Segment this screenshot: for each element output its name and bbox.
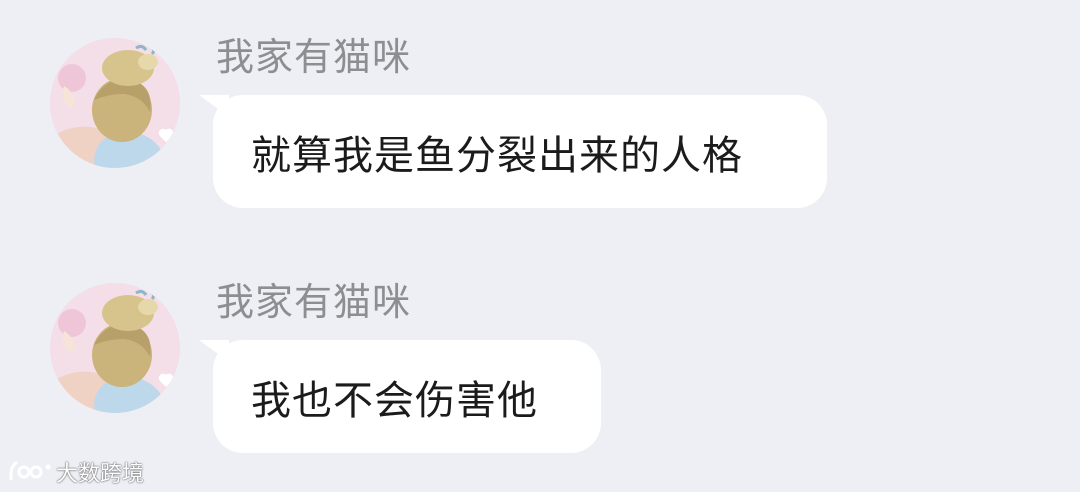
sender-name: 我家有猫咪 xyxy=(216,35,412,79)
watermark-text: 大数跨境 xyxy=(56,462,145,487)
avatar-illustration-icon xyxy=(50,283,180,413)
brand-logo-icon xyxy=(9,461,51,481)
avatar-illustration-icon xyxy=(50,38,180,168)
watermark: 大数跨境 xyxy=(8,456,144,488)
sender-name: 我家有猫咪 xyxy=(216,280,412,324)
message-bubble[interactable]: 就算我是鱼分裂出来的人格 xyxy=(213,95,827,208)
sender-avatar[interactable] xyxy=(50,38,180,168)
message-bubble[interactable]: 我也不会伤害他 xyxy=(213,340,601,453)
sender-avatar[interactable] xyxy=(50,283,180,413)
message-text: 我也不会伤害他 xyxy=(251,377,538,424)
message-text: 就算我是鱼分裂出来的人格 xyxy=(251,132,743,179)
